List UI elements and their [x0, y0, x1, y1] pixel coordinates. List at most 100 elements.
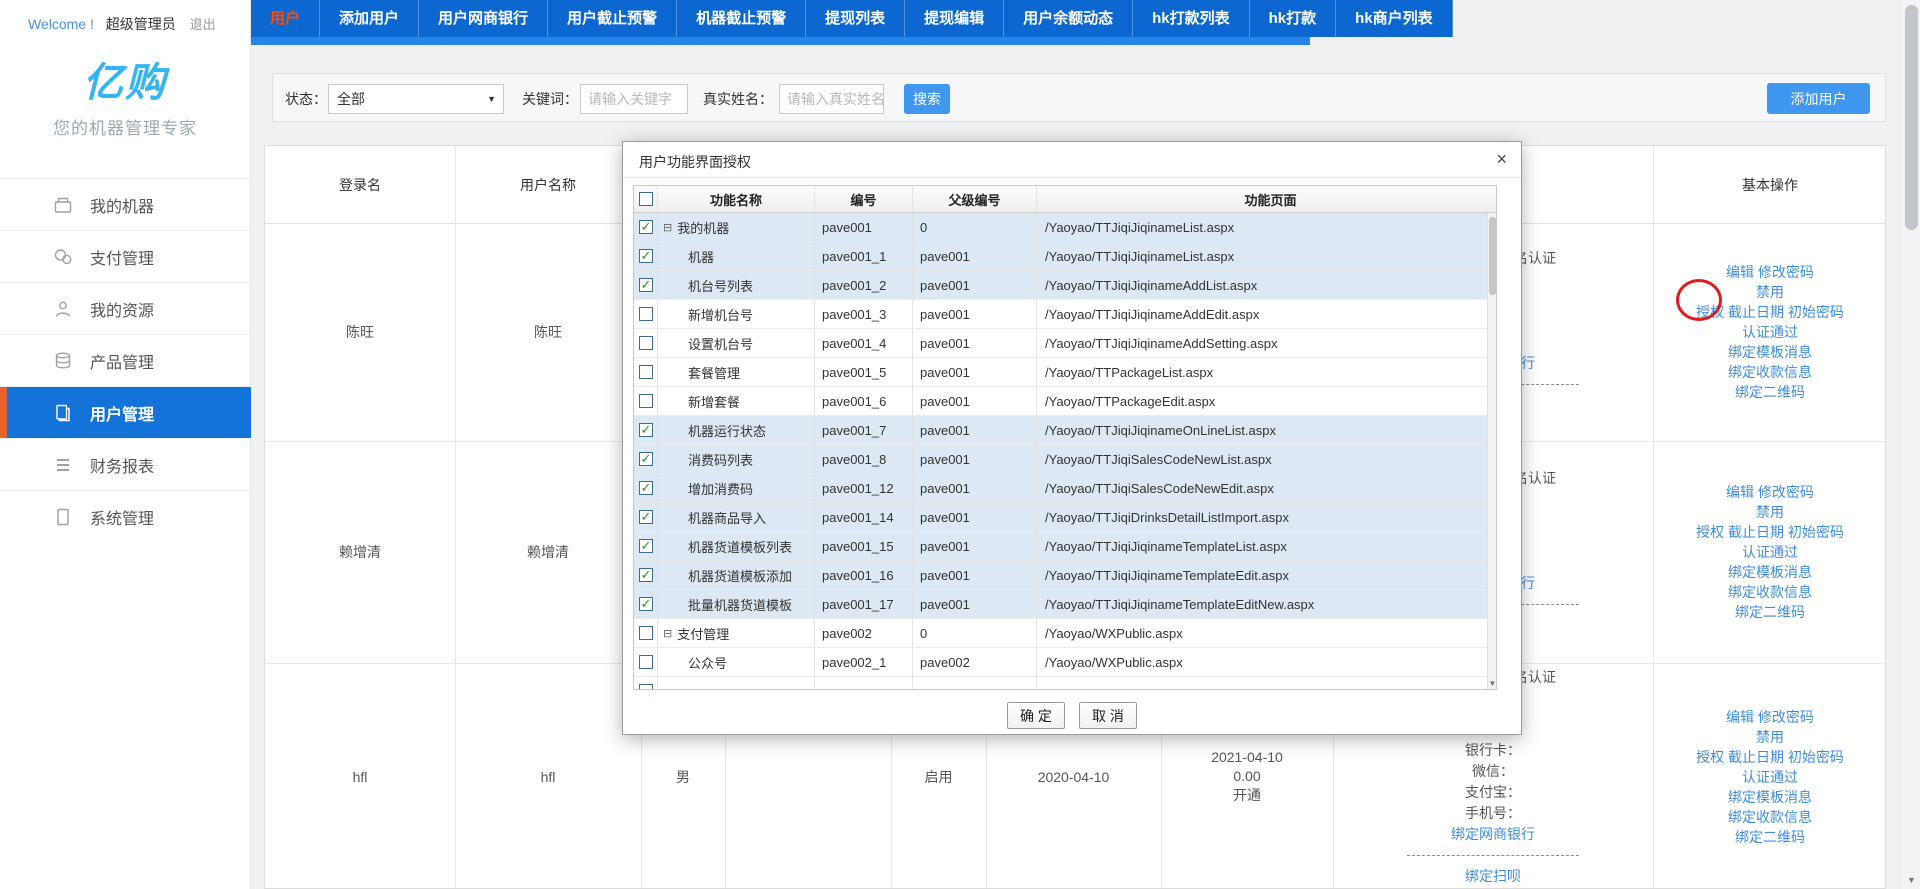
row-checkbox[interactable] [639, 249, 653, 263]
nav-tab[interactable]: 机器截止预警 [677, 0, 806, 37]
row-checkbox[interactable] [639, 481, 653, 495]
balance: 0.00 [1233, 767, 1260, 786]
action-link[interactable]: 授权 截止日期 初始密码 [1696, 522, 1844, 542]
permissions-table-header: 功能名称 编号 父级编号 功能页面 [634, 186, 1496, 213]
nav-tab[interactable]: 用户余额动态 [1004, 0, 1133, 37]
bind-bank-link[interactable]: 绑定网商银行 [1451, 824, 1535, 845]
nav-tab[interactable]: 用户截止预警 [548, 0, 677, 37]
action-link[interactable]: 编辑 修改密码 [1726, 707, 1814, 727]
action-link[interactable]: 绑定模板消息 [1728, 787, 1812, 807]
code-cell: pave001_7 [815, 416, 913, 444]
modal-footer: 确 定 取 消 [623, 702, 1521, 729]
action-link[interactable]: 认证通过 [1742, 767, 1798, 787]
actions-cell: 编辑 修改密码禁用授权 截止日期 初始密码认证通过绑定模板消息绑定收款信息绑定二… [1653, 663, 1887, 889]
ok-button[interactable]: 确 定 [1007, 702, 1065, 729]
row-checkbox[interactable] [639, 394, 653, 408]
nav-tab[interactable]: hk打款列表 [1133, 0, 1250, 37]
parent-code-cell: pave002 [913, 648, 1037, 676]
nav-tab[interactable]: 提现编辑 [905, 0, 1004, 37]
sidebar-item-my-machines[interactable]: 我的机器 [0, 178, 251, 230]
action-link[interactable]: 认证通过 [1742, 542, 1798, 562]
row-checkbox[interactable] [639, 452, 653, 466]
status-select[interactable]: 全部 ▼ [328, 84, 504, 114]
row-checkbox[interactable] [639, 684, 653, 689]
nav-tab[interactable]: 用户 [251, 0, 320, 37]
function-name-cell: 机器商品导入 [658, 503, 815, 531]
scroll-down-arrow-icon[interactable]: ▼ [1903, 875, 1920, 885]
action-link[interactable]: 绑定收款信息 [1728, 807, 1812, 827]
modal-scrollbar-thumb[interactable] [1489, 217, 1496, 295]
action-link[interactable]: 绑定模板消息 [1728, 562, 1812, 582]
modal-scrollbar[interactable]: ▼ [1487, 213, 1496, 689]
sidebar-item-my-resources[interactable]: 我的资源 [0, 282, 251, 334]
nav-tab[interactable]: 用户网商银行 [419, 0, 548, 37]
scroll-down-arrow-icon[interactable]: ▼ [1488, 679, 1496, 688]
row-checkbox[interactable] [639, 597, 653, 611]
action-link[interactable]: 绑定二维码 [1735, 827, 1805, 847]
row-checkbox[interactable] [639, 539, 653, 553]
row-checkbox[interactable] [639, 307, 653, 321]
sidebar-item-user-management[interactable]: 用户管理 [0, 386, 251, 438]
action-link[interactable]: 绑定收款信息 [1728, 362, 1812, 382]
row-checkbox[interactable] [639, 336, 653, 350]
row-checkbox[interactable] [639, 365, 653, 379]
parent-code-cell: pave001 [913, 300, 1037, 328]
row-checkbox[interactable] [639, 423, 653, 437]
parent-code-cell: pave001 [913, 358, 1037, 386]
action-link[interactable]: 认证通过 [1742, 322, 1798, 342]
action-link[interactable]: 禁用 [1756, 502, 1784, 522]
page-scrollbar-thumb[interactable] [1905, 5, 1918, 230]
nav-tab[interactable]: 添加用户 [320, 0, 419, 37]
row-checkbox[interactable] [639, 220, 653, 234]
function-page-cell: /Yaoyao/TTJiqiJiqinameAddEdit.aspx [1037, 300, 1487, 328]
row-checkbox[interactable] [639, 626, 653, 640]
sidebar-item-system-management[interactable]: 系统管理 [0, 490, 251, 542]
modal-title: 用户功能界面授权 [639, 152, 751, 172]
top-navbar: 用户 添加用户 用户网商银行 用户截止预警 机器截止预警 提现列表 提现编辑 用… [251, 0, 1310, 45]
permission-row: 新增套餐 pave001_6 pave001 /Yaoyao/TTPackage… [634, 387, 1496, 416]
collapse-icon[interactable]: ⊟ [663, 627, 672, 640]
action-link[interactable]: 绑定二维码 [1735, 382, 1805, 402]
nav-tab[interactable]: 提现列表 [806, 0, 905, 37]
permission-row: 增加消费码 pave001_12 pave001 /Yaoyao/TTJiqiS… [634, 474, 1496, 503]
close-icon[interactable]: × [1496, 149, 1507, 170]
nav-tab[interactable]: hk商户列表 [1336, 0, 1453, 37]
welcome-bar: Welcome ! 超级管理员 退出 [0, 0, 250, 34]
checkbox-cell [634, 213, 658, 241]
action-link[interactable]: 编辑 修改密码 [1726, 482, 1814, 502]
bind-scan-link[interactable]: 绑定扫呗 [1465, 866, 1521, 887]
row-checkbox[interactable] [639, 278, 653, 292]
checkbox-cell [634, 474, 658, 502]
checkbox-cell [634, 329, 658, 357]
action-link[interactable]: 禁用 [1756, 727, 1784, 747]
page-scrollbar[interactable]: ▼ [1903, 0, 1920, 889]
action-link[interactable]: 禁用 [1756, 282, 1784, 302]
bind-label: 微信： [1465, 761, 1521, 782]
nav-tab[interactable]: hk打款 [1250, 0, 1337, 37]
function-page-cell: /Yaoyao/TTJiqiSalesCodeNewList.aspx [1037, 445, 1487, 473]
search-button[interactable]: 搜索 [904, 84, 950, 114]
logout-link[interactable]: 退出 [190, 17, 216, 32]
action-link[interactable]: 绑定二维码 [1735, 602, 1805, 622]
action-link[interactable]: 绑定模板消息 [1728, 342, 1812, 362]
collapse-icon[interactable]: ⊟ [663, 221, 672, 234]
parent-code-cell: pave001 [913, 590, 1037, 618]
parent-code-cell: pave001 [913, 271, 1037, 299]
select-all-checkbox[interactable] [639, 192, 653, 206]
realname-input[interactable] [779, 84, 884, 114]
action-link[interactable]: 编辑 修改密码 [1726, 262, 1814, 282]
row-checkbox[interactable] [639, 655, 653, 669]
cancel-button[interactable]: 取 消 [1079, 702, 1137, 729]
function-name-cell: 机器货道模板添加 [658, 561, 815, 589]
add-user-button[interactable]: 添加用户 [1767, 83, 1870, 114]
row-checkbox[interactable] [639, 510, 653, 524]
sidebar-item-finance-reports[interactable]: 财务报表 [0, 438, 251, 490]
action-link[interactable]: 授权 截止日期 初始密码 [1696, 747, 1844, 767]
checkbox-cell [634, 619, 658, 647]
action-link[interactable]: 绑定收款信息 [1728, 582, 1812, 602]
keyword-input[interactable] [580, 84, 688, 114]
row-checkbox[interactable] [639, 568, 653, 582]
screen: Welcome ! 超级管理员 退出 亿购 您的机器管理专家 我的机器 支付管理 [0, 0, 1920, 889]
sidebar-item-products[interactable]: 产品管理 [0, 334, 251, 386]
sidebar-item-payment[interactable]: 支付管理 [0, 230, 251, 282]
